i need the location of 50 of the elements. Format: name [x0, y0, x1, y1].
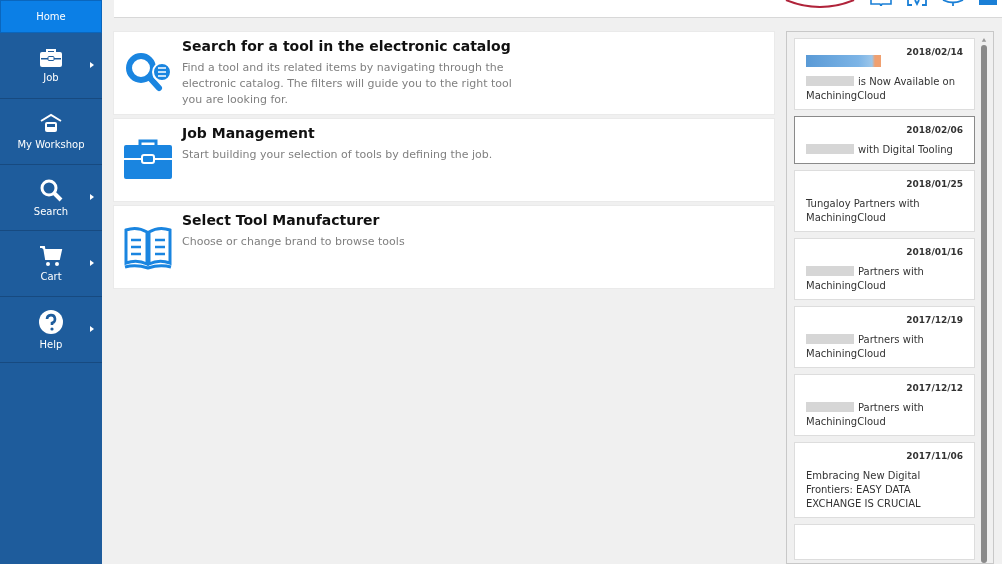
news-date: 2017/12/19: [906, 315, 963, 325]
square-icon[interactable]: [978, 0, 998, 6]
action-title: Search for a tool in the electronic catalog: [182, 38, 512, 54]
action-description: Choose or change brand to browse tools: [182, 234, 405, 250]
news-date: 2017/12/12: [906, 383, 963, 393]
cart-icon: [39, 245, 63, 267]
house-icon: [39, 113, 63, 135]
action-description: Start building your selection of tools by defining the job.: [182, 147, 493, 163]
news-headline: Tungaloy Partners with MachiningCloud: [806, 197, 921, 225]
news-headline: Partners with MachiningCloud: [806, 333, 925, 361]
news-date: 2017/11/06: [906, 451, 963, 461]
scrollbar-thumb[interactable]: [981, 44, 987, 563]
book-icon: [124, 226, 172, 270]
action-title: Select Tool Manufacturer: [182, 212, 381, 228]
news-card[interactable]: 2017/11/06 Embracing New Digital Frontiers: EASY DATA EXCHANGE IS CRUCIAL: [794, 442, 975, 518]
nav-item[interactable]: Cart: [0, 231, 102, 297]
news-card[interactable]: 2018/02/14 is Now Available on MachiningCloud: [794, 38, 975, 110]
news-headline: is Now Available on MachiningCloud: [806, 75, 957, 103]
briefcase-icon: [124, 139, 172, 179]
news-headline: Partners with MachiningCloud: [806, 265, 925, 293]
action-card[interactable]: Search for a tool in the electronic catalog Find a tool and its related items by navigating through the electronic catalog. The filters will guide you to the right tool you are looking for.: [113, 31, 775, 115]
logo-icon: [784, 0, 856, 8]
action-card[interactable]: Select Tool Manufacturer Choose or change brand to browse tools: [113, 205, 775, 289]
news-card[interactable]: 2018/01/16 Partners with MachiningCloud: [794, 238, 975, 300]
action-title: Job Management: [182, 125, 316, 141]
nav-item[interactable]: Help: [0, 297, 102, 363]
action-description: Find a tool and its related items by navigating through the electronic catalog. The filters will guide you to the right tool you are looking for.: [182, 60, 512, 108]
nav-item[interactable]: Job: [0, 33, 102, 99]
action-card[interactable]: Job Management Start building your selection of tools by defining the job.: [113, 118, 775, 202]
news-headline: Partners with MachiningCloud: [806, 401, 925, 429]
news-date: 2018/01/25: [906, 179, 963, 189]
briefcase-icon: [39, 48, 63, 68]
news-card[interactable]: 2017/12/19 Partners with MachiningCloud: [794, 306, 975, 368]
news-date: 2018/02/06: [906, 125, 963, 135]
nav-item[interactable]: Search: [0, 165, 102, 231]
monitor-icon[interactable]: [942, 0, 964, 6]
help-icon: [38, 309, 64, 335]
news-date: 2018/01/16: [906, 247, 963, 257]
bracket-icon[interactable]: [906, 0, 928, 6]
book-icon[interactable]: [870, 0, 892, 6]
search-icon: [39, 178, 63, 202]
news-card[interactable]: 2018/01/25 Tungaloy Partners with MachiningCloud: [794, 170, 975, 232]
scroll-up-icon[interactable]: [981, 38, 987, 42]
news-card[interactable]: 2018/02/06 with Digital Tooling: [794, 116, 975, 164]
news-headline: with Digital Tooling: [806, 143, 963, 157]
news-card[interactable]: 2017/12/12 Partners with MachiningCloud: [794, 374, 975, 436]
news-headline: Embracing New Digital Frontiers: EASY DATA EXCHANGE IS CRUCIAL: [806, 469, 922, 511]
nav-item[interactable]: My Workshop: [0, 99, 102, 165]
news-date: 2018/02/14: [906, 47, 963, 57]
nav-item[interactable]: Home: [0, 0, 102, 33]
